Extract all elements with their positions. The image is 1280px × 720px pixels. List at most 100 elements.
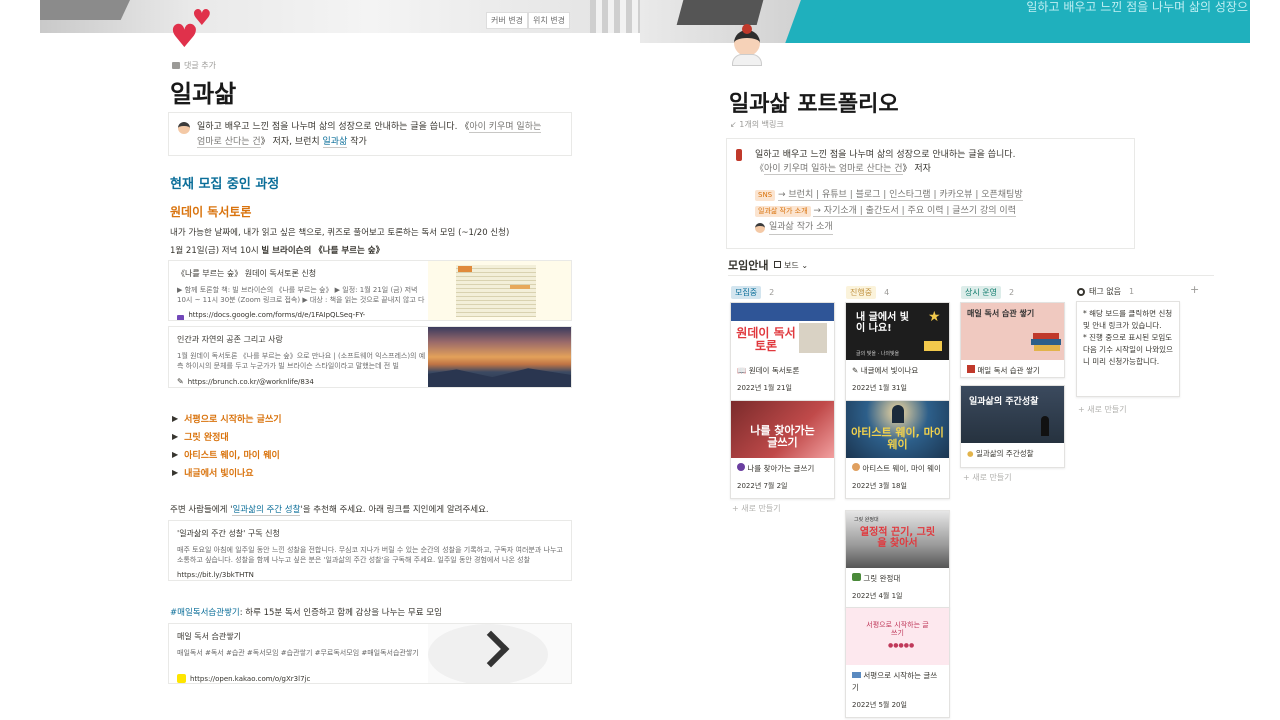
- board-icon: [774, 260, 782, 268]
- bookmark-url: https://docs.google.com/forms/d/e/1FAIpQ…: [177, 311, 427, 320]
- card-date: 2022년 1월 21일: [737, 384, 792, 392]
- card-title-text: 매일 독서 습관 쌓기: [977, 366, 1040, 375]
- card-date: 2022년 7월 2일: [737, 482, 788, 490]
- toggle-review-writing[interactable]: ▶ 서평으로 시작하는 글쓰기: [172, 412, 282, 425]
- bookmark-desc: ▶ 함께 토론할 책: 빌 브라이슨의 《나를 부르는 숲》 ▶ 일정: 1월 …: [177, 286, 425, 304]
- recommend-after: '을 추천해 주세요. 아래 링크를 지인에게 알려주세요.: [300, 505, 489, 515]
- new-card-button[interactable]: + 새로 만들기: [963, 472, 1012, 483]
- card-title-text: 원데이 독서토론: [748, 366, 800, 375]
- page-cover[interactable]: 커버 변경 위치 변경: [40, 0, 640, 33]
- board-card[interactable]: 나를 찾아가는 글쓰기 나를 찾아가는 글쓰기 2022년 7월 2일: [730, 400, 835, 499]
- person-raising-hand-icon: [736, 149, 742, 161]
- column-tag: 진행중: [846, 286, 877, 299]
- card-title: ✎ 내글에서 빛이나요: [846, 360, 949, 377]
- card-cover: 아티스트 웨이, 마이 웨이: [846, 401, 949, 458]
- page-title[interactable]: 일과삶: [170, 74, 236, 109]
- board-view-selector[interactable]: 보드 ⌄: [774, 260, 808, 271]
- add-column-button[interactable]: +: [1190, 283, 1199, 296]
- board-card[interactable]: 원데이 독서토론 📖 원데이 독서토론 2022년 1월 21일: [730, 302, 835, 401]
- card-cover: 매일 독서 습관 쌓기: [961, 303, 1064, 360]
- bookmark-card-brunch[interactable]: 인간과 자연의 공존 그리고 사랑 1월 원데이 독서토론 《나를 부르는 숲》…: [168, 326, 572, 388]
- board-card[interactable]: 서평으로 시작하는 글쓰기 ●●●●● 서평으로 시작하는 글쓰기 2022년 …: [845, 607, 950, 718]
- chevron-down-icon: ⌄: [801, 260, 809, 270]
- board-card[interactable]: 내 글에서 빛이 나요! ★ 글의 빛을 · 나의빛을 ✎ 내글에서 빛이나요 …: [845, 302, 950, 401]
- intro-links[interactable]: → 자기소개 | 출간도서 | 주요 이력 | 글쓰기 강의 이력: [813, 206, 1016, 217]
- toggle-label: 아티스트 웨이, 마이 웨이: [184, 451, 280, 461]
- right-page: 일하고 배우고 느낀 점을 나누며 삶의 성장으 일과삶 포트폴리오 ↙ 1개의…: [640, 0, 1250, 720]
- book-link[interactable]: 아이 키우며 일하는 엄마로 산다는 건: [764, 164, 903, 175]
- woman-face-icon: [178, 122, 190, 134]
- card-cover-text: 아티스트 웨이, 마이 웨이: [851, 426, 944, 452]
- reading-text: #매일독서습관쌓기: 하루 15분 독서 인증하고 함께 감상을 나누는 무료 …: [170, 606, 442, 618]
- change-cover-button[interactable]: 커버 변경: [486, 12, 529, 29]
- page-title[interactable]: 일과삶 포트폴리오: [729, 86, 899, 118]
- intro-callout: 일하고 배우고 느낀 점을 나누며 삶의 성장으로 안내하는 글을 씁니다. 《…: [168, 112, 572, 156]
- backlinks[interactable]: ↙ 1개의 백링크: [730, 119, 784, 130]
- bookmark-card-kakao[interactable]: 매일 독서 습관쌓기 매일독서 #독서 #습관 #독서모임 #습관쌓기 #무료독…: [168, 623, 572, 684]
- oneday-date: 1월 21일(금) 저녁 10시 빌 브라이슨의 《나를 부르는 숲》: [170, 244, 384, 256]
- sns-links[interactable]: → 브런치 | 유튜브 | 블로그 | 인스타그램 | 카카오뷰 | 오픈채팅방: [778, 190, 1023, 201]
- toggle-label: 그릿 완정대: [184, 433, 229, 443]
- cover-keyboard-shape: [40, 0, 131, 20]
- column-header-no-tag[interactable]: 태그 없음 1: [1077, 286, 1134, 297]
- callout-line-1: 일하고 배우고 느낀 점을 나누며 삶의 성장으로 안내하는 글을 씁니다. 《…: [197, 120, 563, 135]
- callout-text: 일하고 배우고 느낀 점을 나누며 삶의 성장으로 안내하는 글을 씁니다. 《: [197, 122, 470, 132]
- toggle-shine[interactable]: ▶ 내글에서 빛이나요: [172, 466, 254, 479]
- card-title: 📖 원데이 독서토론: [731, 360, 834, 377]
- column-tag: 모집중: [731, 286, 762, 299]
- card-cover-toptext: 그릿 완정대: [854, 517, 879, 523]
- column-header-in-progress[interactable]: 진행중 4: [846, 286, 889, 299]
- add-comment-label: 댓글 추가: [184, 61, 216, 70]
- reading-hashtag[interactable]: #매일독서습관쌓기: [170, 608, 240, 618]
- bookmark-title: 《나를 부르는 숲》 원데이 독서토론 신청: [177, 269, 317, 278]
- card-date: 2022년 5월 20일: [852, 701, 907, 709]
- new-card-button[interactable]: + 새로 만들기: [732, 503, 781, 514]
- face-icon: [852, 463, 860, 471]
- board-card[interactable]: 그릿 완정대 열정적 끈기, 그릿을 찾아서 그릿 완정대 2022년 4월 1…: [845, 510, 950, 609]
- card-cover: 일과삶의 주간성찰: [961, 386, 1064, 443]
- bracket-open: 《: [755, 164, 765, 174]
- column-header-always[interactable]: 상시 운영 2: [961, 286, 1014, 299]
- new-label: 새로 만들기: [741, 504, 781, 513]
- card-title: 그릿 완정대: [846, 568, 949, 585]
- brunch-link[interactable]: 일과삶: [322, 137, 348, 148]
- oneday-desc: 내가 가능한 날짜에, 내가 읽고 싶은 책으로, 퀴즈로 풀어보고 토론하는 …: [170, 228, 510, 238]
- column-tag: 상시 운영: [961, 286, 1001, 299]
- backlinks-label: 1개의 백링크: [739, 120, 784, 129]
- card-cover-text: 서평으로 시작하는 글쓰기: [866, 621, 929, 637]
- bookmark-desc: 매주 토요일 아침에 일주일 동안 느낀 성찰을 전합니다. 무심코 지나가 버…: [177, 546, 563, 564]
- bookmark-url-text: https://docs.google.com/forms/d/e/1FAIpQ…: [188, 311, 366, 320]
- board-card[interactable]: 매일 독서 습관 쌓기 매일 독서 습관 쌓기: [960, 302, 1065, 378]
- bookmark-card-subscribe[interactable]: '일과삶의 주간 성찰' 구독 신청 매주 토요일 아침에 일주일 동안 느낀 …: [168, 520, 572, 581]
- board-card-notice[interactable]: * 해당 보드를 클릭하면 신청 및 안내 링크가 있습니다. * 진행 중으로…: [1076, 301, 1180, 397]
- callout-text-2: 》 저자, 브런치: [260, 137, 323, 147]
- reposition-cover-button[interactable]: 위치 변경: [528, 12, 570, 29]
- column-header-recruiting[interactable]: 모집중 2: [731, 286, 774, 299]
- toggle-label: 서평으로 시작하는 글쓰기: [184, 415, 282, 425]
- card-cover-text: 내 글에서 빛이 나요!: [856, 312, 909, 334]
- section-title: 모임안내: [728, 259, 769, 272]
- card-title-text: 일과삶의 주간성찰: [975, 449, 1034, 458]
- author-link[interactable]: 일과삶 작가 소개: [769, 220, 833, 235]
- board-card[interactable]: 아티스트 웨이, 마이 웨이 아티스트 웨이, 마이 웨이 2022년 3월 1…: [845, 400, 950, 499]
- book-link-2[interactable]: 엄마로 산다는 건: [197, 137, 261, 148]
- card-date: 2022년 4월 1일: [852, 592, 903, 600]
- toggle-arrow-icon: ▶: [172, 432, 179, 441]
- toggle-grit[interactable]: ▶ 그릿 완정대: [172, 430, 229, 443]
- weekly-reflection-link[interactable]: 일과삶의 주간 성찰: [232, 505, 301, 516]
- reading-desc: : 하루 15분 독서 인증하고 함께 감상을 나누는 무료 모임: [239, 608, 442, 618]
- toggle-artist-way[interactable]: ▶ 아티스트 웨이, 마이 웨이: [172, 448, 280, 461]
- cover-keyboard-shape-right: [590, 0, 640, 33]
- bookmark-card-form[interactable]: 《나를 부르는 숲》 원데이 독서토론 신청 ▶ 함께 토론할 책: 빌 브라이…: [168, 260, 572, 321]
- add-comment-button[interactable]: 댓글 추가: [172, 60, 216, 71]
- oneday-heading: 원데이 독서토론: [170, 205, 252, 219]
- page-icon-woman-icon[interactable]: [730, 24, 764, 66]
- recommend-before: 주변 사람들에게 ': [170, 505, 233, 515]
- card-title-text: 그릿 완정대: [863, 574, 901, 583]
- book-link[interactable]: 아이 키우며 일하는: [469, 122, 542, 133]
- new-card-button[interactable]: + 새로 만들기: [1078, 404, 1127, 415]
- card-cover: 그릿 완정대 열정적 끈기, 그릿을 찾아서: [846, 511, 949, 568]
- bookmark-thumbnail: [428, 261, 571, 320]
- board-card[interactable]: 일과삶의 주간성찰 ● 일과삶의 주간성찰: [960, 385, 1065, 468]
- card-title-text: 나를 찾아가는 글쓰기: [747, 464, 815, 473]
